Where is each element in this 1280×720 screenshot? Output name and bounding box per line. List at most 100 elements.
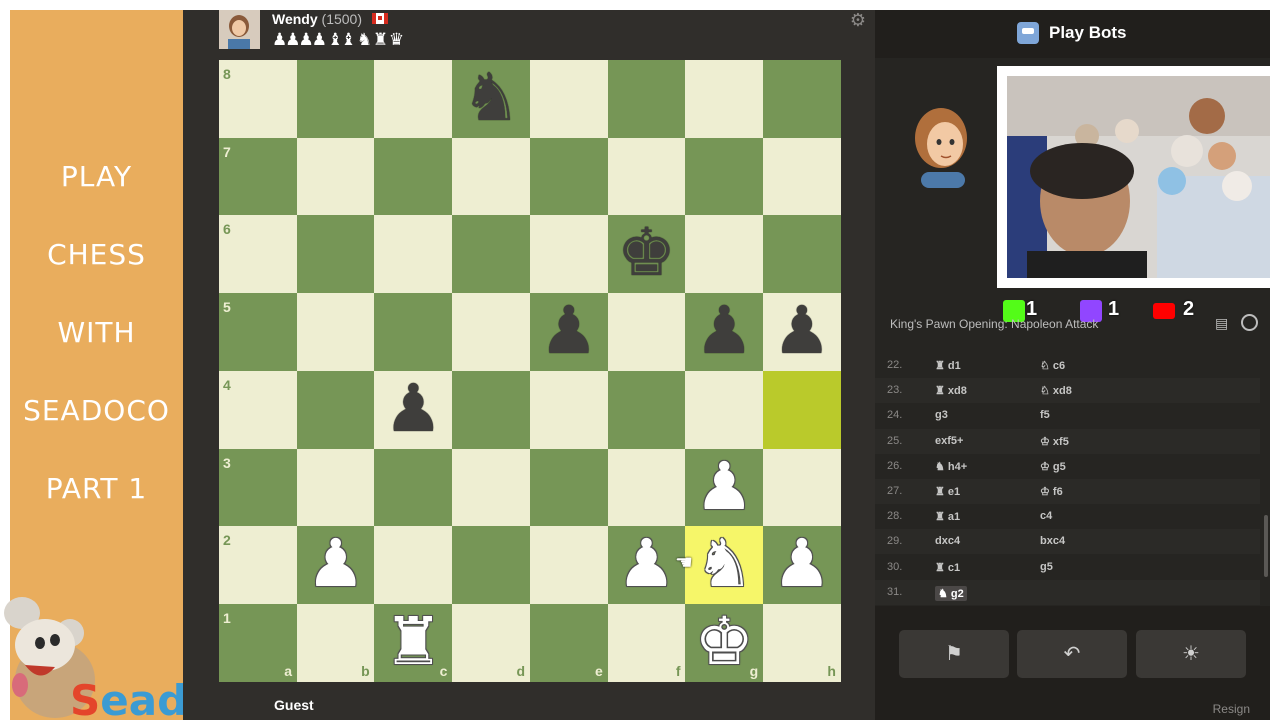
square-d2[interactable] (452, 526, 531, 605)
white-move[interactable]: ♜ xd8 (935, 384, 967, 397)
black-move[interactable]: ♔ g5 (1040, 460, 1066, 473)
square-h8[interactable] (762, 60, 841, 138)
black-move[interactable]: ♔ xf5 (1040, 435, 1069, 448)
square-a7[interactable]: 7 (219, 137, 297, 216)
square-h3[interactable] (762, 448, 841, 527)
white-move[interactable]: exf5+ (935, 435, 963, 447)
white-move[interactable]: ♜ e1 (935, 485, 960, 498)
hint-button[interactable]: ☀ (1136, 630, 1246, 678)
white-rook-icon[interactable]: ♜ (374, 603, 452, 682)
square-a1[interactable]: 1a (219, 603, 297, 682)
square-b2[interactable]: ♟ (296, 526, 375, 605)
avatar[interactable] (219, 10, 260, 49)
square-d1[interactable]: d (452, 603, 531, 682)
square-f6[interactable]: ♚ (607, 215, 686, 294)
square-c6[interactable] (374, 215, 453, 294)
black-pawn-icon[interactable]: ♟ (374, 370, 452, 449)
white-pawn-icon[interactable]: ♟ (685, 448, 763, 527)
square-a6[interactable]: 6 (219, 215, 297, 294)
black-pawn-icon[interactable]: ♟ (763, 293, 841, 371)
takeback-button[interactable]: ↶ (1017, 630, 1127, 678)
square-a8[interactable]: 8 (219, 60, 297, 138)
opening-name[interactable]: King's Pawn Opening: Napoleon Attack (890, 317, 1098, 331)
square-f4[interactable] (607, 370, 686, 449)
square-c4[interactable]: ♟ (374, 370, 453, 449)
square-f3[interactable] (607, 448, 686, 527)
square-c2[interactable] (374, 526, 453, 605)
square-g8[interactable] (685, 60, 764, 138)
square-h2[interactable]: ♟ (762, 526, 841, 605)
black-king-icon[interactable]: ♚ (608, 215, 686, 293)
square-e4[interactable] (529, 370, 608, 449)
black-pawn-icon[interactable]: ♟ (685, 293, 763, 371)
black-move[interactable]: g5 (1040, 561, 1053, 573)
square-c7[interactable] (374, 137, 453, 216)
square-g3[interactable]: ♟ (685, 448, 764, 527)
square-g4[interactable] (685, 370, 764, 449)
square-d7[interactable] (452, 137, 531, 216)
square-d6[interactable] (452, 215, 531, 294)
black-move[interactable]: ♔ f6 (1040, 485, 1063, 498)
square-e1[interactable]: e (529, 603, 608, 682)
square-b7[interactable] (296, 137, 375, 216)
move-list-scrollbar[interactable] (1264, 515, 1268, 577)
book-icon[interactable]: ▤ (1215, 315, 1231, 331)
square-h7[interactable] (762, 137, 841, 216)
square-b6[interactable] (296, 215, 375, 294)
square-c1[interactable]: c ♜ (374, 603, 453, 682)
square-b1[interactable]: b (296, 603, 375, 682)
square-b8[interactable] (296, 60, 375, 138)
square-c8[interactable] (374, 60, 453, 138)
square-a3[interactable]: 3 (219, 448, 297, 527)
black-move[interactable]: bxc4 (1040, 535, 1065, 547)
square-e3[interactable] (529, 448, 608, 527)
square-f8[interactable] (607, 60, 686, 138)
square-e7[interactable] (529, 137, 608, 216)
square-b4[interactable] (296, 370, 375, 449)
black-move[interactable]: c4 (1040, 510, 1052, 522)
opponent-name[interactable]: Wendy (1500) (272, 11, 362, 27)
white-king-icon[interactable]: ♚ (685, 603, 763, 682)
square-g6[interactable] (685, 215, 764, 294)
white-move[interactable]: ♞ g2 (935, 585, 967, 601)
square-a2[interactable]: 2 (219, 526, 297, 605)
black-move[interactable]: ♘ xd8 (1040, 384, 1072, 397)
square-e5[interactable]: ♟ (529, 293, 608, 372)
white-pawn-icon[interactable]: ♟ (763, 526, 841, 604)
player-name[interactable]: Guest (274, 697, 314, 713)
white-pawn-icon[interactable]: ♟ (297, 526, 375, 604)
square-b3[interactable] (296, 448, 375, 527)
square-c5[interactable] (374, 293, 453, 372)
white-pawn-icon[interactable]: ♟ (608, 526, 686, 604)
square-g1[interactable]: g ♚ (685, 603, 764, 682)
square-d8[interactable]: ♞ (452, 60, 531, 138)
square-f2[interactable]: ♟ (607, 526, 686, 605)
square-e8[interactable] (529, 60, 608, 138)
square-g2[interactable]: ♞ (685, 526, 764, 605)
square-e6[interactable] (529, 215, 608, 294)
white-move[interactable]: ♜ d1 (935, 359, 961, 372)
black-move[interactable]: ♘ c6 (1040, 359, 1065, 372)
square-f5[interactable] (607, 293, 686, 372)
square-h6[interactable] (762, 215, 841, 294)
gear-icon[interactable]: ⚙ (848, 10, 868, 30)
black-knight-icon[interactable]: ♞ (452, 60, 530, 138)
square-f7[interactable] (607, 137, 686, 216)
square-h5[interactable]: ♟ (762, 293, 841, 372)
resign-flag-button[interactable]: ⚑ (899, 630, 1009, 678)
white-knight-icon[interactable]: ♞ (685, 526, 763, 604)
compass-icon[interactable] (1241, 314, 1258, 331)
square-g5[interactable]: ♟ (685, 293, 764, 372)
black-move[interactable]: f5 (1040, 409, 1050, 421)
black-pawn-icon[interactable]: ♟ (530, 293, 608, 371)
square-d5[interactable] (452, 293, 531, 372)
white-move[interactable]: dxc4 (935, 535, 960, 547)
square-e2[interactable] (529, 526, 608, 605)
square-f1[interactable]: f (607, 603, 686, 682)
square-b5[interactable] (296, 293, 375, 372)
square-a5[interactable]: 5 (219, 293, 297, 372)
square-h4[interactable] (762, 370, 841, 449)
resign-link[interactable]: Resign (1213, 702, 1250, 716)
chess-board[interactable]: 8 ♞ 7 6 ♚ 5 ♟ ♟ ♟ 4 ♟ 3 ♟ 2 ♟ ♟ ♞ ♟ 1 a b c ♜ d e f g ♚ h (219, 60, 841, 683)
white-move[interactable]: ♞ h4+ (935, 460, 967, 473)
